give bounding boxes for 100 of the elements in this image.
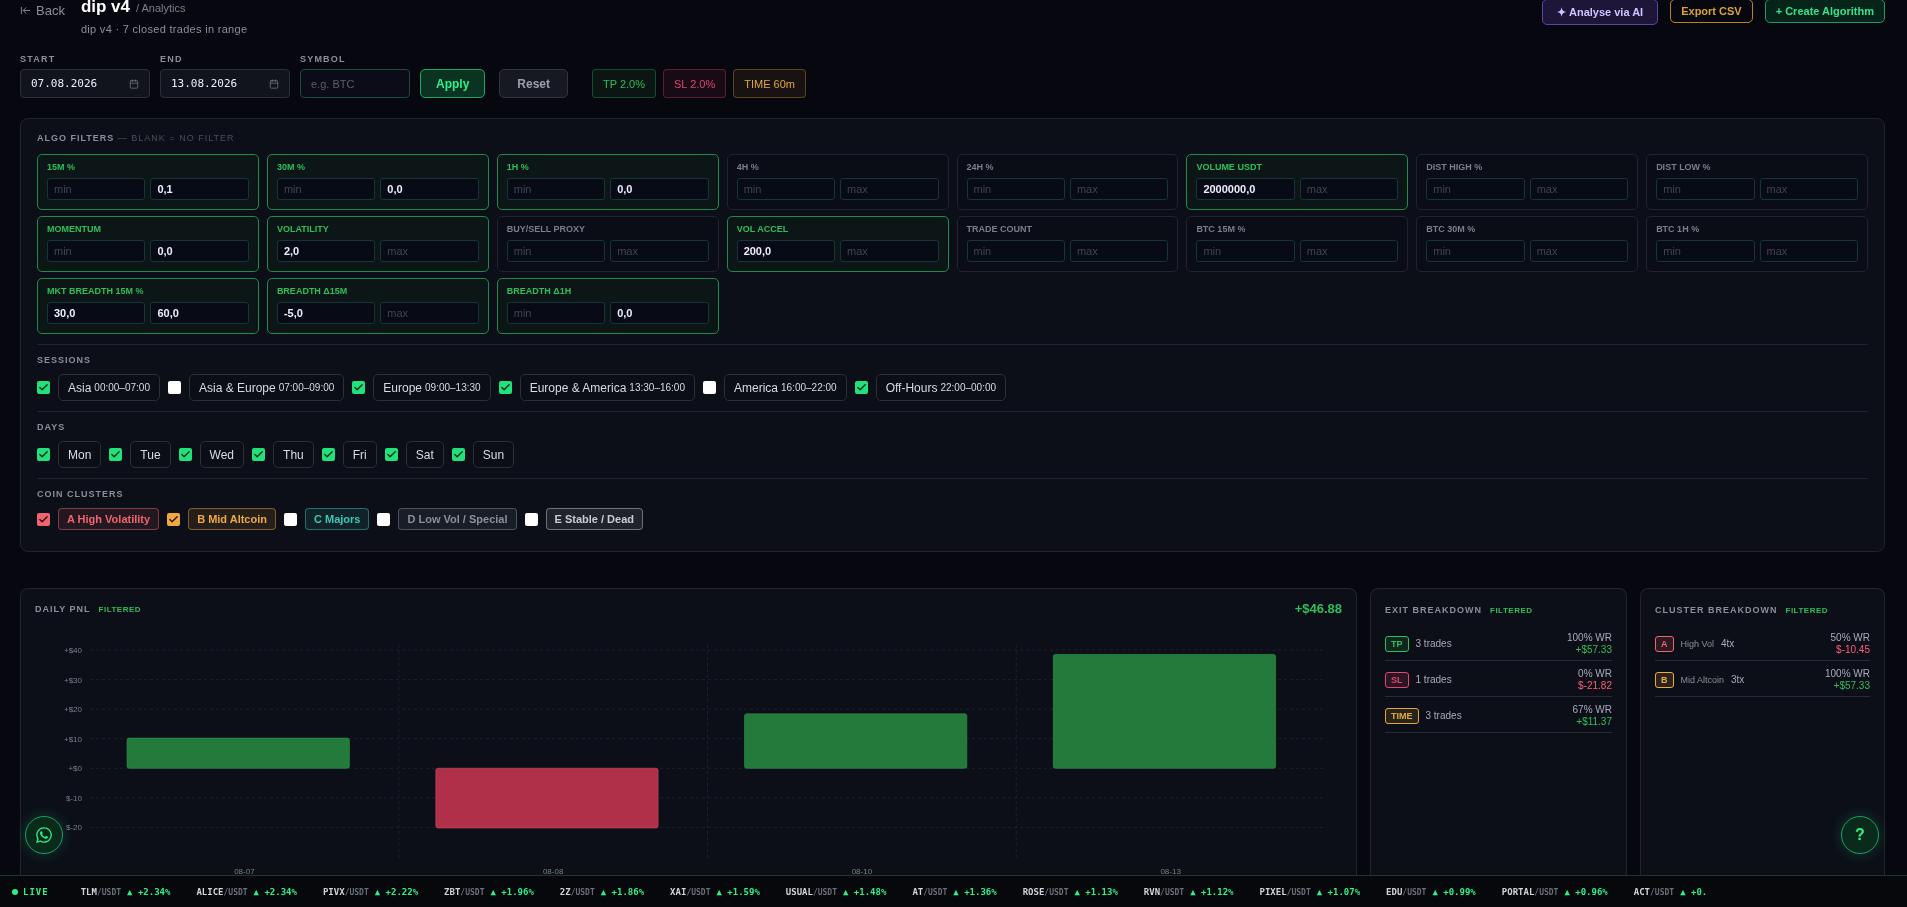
checkbox[interactable] xyxy=(377,512,391,526)
filter-label: DIST LOW % xyxy=(1656,162,1712,172)
filter-input[interactable]: max xyxy=(1759,178,1858,200)
filter-input[interactable]: 0,0 xyxy=(610,302,709,324)
filter-input[interactable]: min xyxy=(1426,240,1525,262)
cluster-tag[interactable]: C Majors xyxy=(305,508,370,530)
filter-input[interactable]: 0,0 xyxy=(380,178,479,200)
checkbox[interactable] xyxy=(167,512,181,526)
checkbox[interactable] xyxy=(451,448,465,461)
win-rate: 100% WR xyxy=(1567,632,1612,643)
session-chip[interactable]: Asia & Europe 07:00–09:00 xyxy=(188,374,345,401)
day-chip[interactable]: Sat xyxy=(405,441,444,468)
apply-button[interactable]: Apply xyxy=(420,69,486,98)
filter-input[interactable]: max xyxy=(1299,178,1399,200)
checkbox[interactable] xyxy=(498,381,512,394)
calendar-icon xyxy=(129,78,139,89)
checkbox[interactable] xyxy=(321,448,335,461)
cluster-tag[interactable]: B Mid Altcoin xyxy=(188,508,276,530)
filter-input[interactable]: 2,0 xyxy=(276,240,376,262)
filter-label: DIST HIGH % xyxy=(1426,162,1484,172)
filter-input[interactable]: max xyxy=(840,240,939,262)
filter-input[interactable]: max xyxy=(1529,240,1629,262)
checkbox[interactable] xyxy=(167,381,181,394)
date-field[interactable]: 07.08.2026 xyxy=(20,69,150,98)
filter-label: 15M % xyxy=(47,162,76,172)
setting-chip: TP 2.0% xyxy=(592,69,657,98)
checkbox[interactable] xyxy=(37,512,50,526)
filter-input[interactable]: max xyxy=(840,178,939,200)
ticker-item: ACT/USDT ▲ +0. xyxy=(1633,886,1708,897)
session-chip[interactable]: Asia 00:00–07:00 xyxy=(58,374,160,401)
day-chip[interactable]: Wed xyxy=(199,441,245,468)
filter-input[interactable]: max xyxy=(1069,178,1169,200)
day-chip[interactable]: Tue xyxy=(130,441,171,468)
ticker-item: XAI/USDT ▲ +1.59% xyxy=(670,886,760,897)
filter-input[interactable]: 200,0 xyxy=(736,240,836,262)
checkbox[interactable] xyxy=(178,448,192,461)
date-field[interactable]: 13.08.2026 xyxy=(160,69,290,98)
filter-input[interactable]: min xyxy=(506,302,606,324)
ticker-item: RVN/USDT ▲ +1.12% xyxy=(1143,886,1234,897)
session-chip[interactable]: Europe & America 13:30–16:00 xyxy=(519,374,695,401)
cluster-tag[interactable]: E Stable / Dead xyxy=(545,508,643,530)
filter-input[interactable]: max xyxy=(610,240,709,262)
cluster-tag[interactable]: A High Volatility xyxy=(58,508,160,530)
filter-input[interactable]: max xyxy=(380,240,479,262)
filter-input[interactable]: min xyxy=(506,178,606,200)
checkbox[interactable] xyxy=(352,381,366,394)
session-chip[interactable]: America 16:00–22:00 xyxy=(724,374,847,401)
filter-input[interactable]: 0,1 xyxy=(150,178,249,200)
filter-input[interactable]: min xyxy=(1426,178,1525,200)
checkbox[interactable] xyxy=(854,381,868,394)
filter-input[interactable]: min xyxy=(1656,240,1755,262)
filter-input[interactable]: min xyxy=(1196,240,1295,262)
checkbox[interactable] xyxy=(37,448,50,461)
filter-input[interactable]: max xyxy=(1069,240,1169,262)
filter-input[interactable]: min xyxy=(736,178,836,200)
cluster-tag[interactable]: D Low Vol / Special xyxy=(398,508,517,530)
create-button[interactable]: + Create Algorithm xyxy=(1764,0,1885,23)
day-chip[interactable]: Sun xyxy=(472,441,515,468)
axis-tick-label: +$0 xyxy=(68,764,82,774)
filter-input[interactable]: 2000000,0 xyxy=(1196,178,1295,200)
checkbox[interactable] xyxy=(284,512,297,526)
filter-input[interactable]: 0,0 xyxy=(150,240,249,262)
filter-input[interactable]: max xyxy=(1299,240,1399,262)
checkbox[interactable] xyxy=(384,448,398,461)
checkbox[interactable] xyxy=(703,381,716,394)
axis-tick-label: $-20 xyxy=(66,823,82,833)
filter-label: BREADTH Δ15M xyxy=(276,286,349,296)
filter-input[interactable]: min xyxy=(506,240,606,262)
filter-label: 24H % xyxy=(966,162,995,172)
filter-input[interactable]: min xyxy=(47,240,146,262)
day-chip[interactable]: Fri xyxy=(342,441,377,468)
filter-input[interactable]: min xyxy=(966,178,1065,200)
back-link[interactable]: Back xyxy=(20,3,65,18)
filter-input[interactable]: max xyxy=(1529,178,1629,200)
filter-input[interactable]: min xyxy=(276,178,376,200)
filter-input[interactable]: min xyxy=(1656,178,1755,200)
checkbox[interactable] xyxy=(524,512,538,526)
day-chip[interactable]: Thu xyxy=(273,441,314,468)
filter-input[interactable]: max xyxy=(380,302,479,324)
filter-input[interactable]: 0,0 xyxy=(610,178,709,200)
checkbox[interactable] xyxy=(252,448,266,461)
win-rate: 0% WR xyxy=(1578,668,1612,679)
symbol-field[interactable]: e.g. BTC xyxy=(300,69,410,98)
cluster-tag: B xyxy=(1655,671,1674,688)
win-rate: 50% WR xyxy=(1830,632,1870,643)
field-label: END xyxy=(160,54,184,64)
analyse-button[interactable]: ✦ Analyse via AI xyxy=(1542,0,1659,25)
checkbox[interactable] xyxy=(109,448,123,461)
checkbox[interactable] xyxy=(37,381,50,394)
filter-input[interactable]: -5,0 xyxy=(276,302,376,324)
session-chip[interactable]: Off-Hours 22:00–00:00 xyxy=(875,374,1007,401)
day-chip[interactable]: Mon xyxy=(58,441,102,468)
session-chip[interactable]: Europe 09:00–13:30 xyxy=(373,374,491,401)
filter-input[interactable]: 60,0 xyxy=(150,302,249,324)
axis-tick-label: +$10 xyxy=(63,734,82,744)
filter-input[interactable]: min xyxy=(966,240,1065,262)
filter-input[interactable]: min xyxy=(47,178,146,200)
filter-input[interactable]: max xyxy=(1759,240,1858,262)
filter-input[interactable]: 30,0 xyxy=(47,302,146,324)
reset-button[interactable]: Reset xyxy=(499,69,569,98)
